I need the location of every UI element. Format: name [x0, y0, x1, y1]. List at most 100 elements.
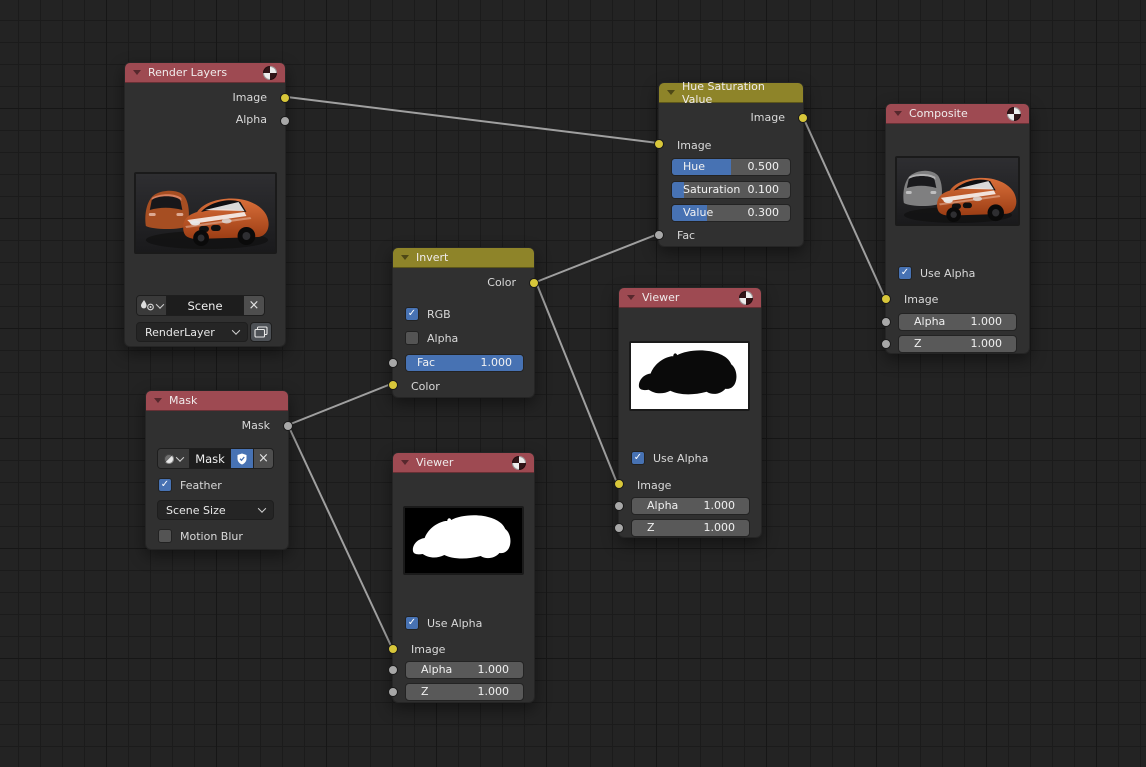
- material-preview-ball-icon[interactable]: [263, 66, 277, 80]
- z-field-label: Z: [647, 520, 655, 536]
- alpha-value-field[interactable]: Alpha 1.000: [631, 497, 750, 515]
- z-value-field[interactable]: Z 1.000: [898, 335, 1017, 353]
- input-label-fac: Fac: [659, 228, 803, 244]
- use-alpha-checkbox-row[interactable]: ✓ Use Alpha: [393, 616, 534, 630]
- feather-checkbox-row[interactable]: ✓ Feather: [146, 478, 288, 492]
- collapse-arrow-icon[interactable]: [401, 255, 409, 260]
- render-active-layer-button[interactable]: [250, 322, 272, 342]
- node-viewer-middle[interactable]: Viewer ✓ Use Alpha Image Alpha 1.000 Z 1…: [618, 287, 762, 538]
- z-value-field[interactable]: Z 1.000: [405, 683, 524, 701]
- socket-hsv-fac-input[interactable]: [654, 230, 664, 240]
- motion-blur-checkbox-row[interactable]: Motion Blur: [146, 529, 288, 543]
- socket-viewer-z-input[interactable]: [388, 687, 398, 697]
- socket-invert-color-output[interactable]: [529, 278, 539, 288]
- render-layer-dropdown[interactable]: RenderLayer: [136, 322, 248, 342]
- socket-hsv-image-output[interactable]: [798, 113, 808, 123]
- socket-viewer-image-input[interactable]: [388, 644, 398, 654]
- node-invert[interactable]: Invert Color ✓ RGB Alpha Fac 1.000 Color: [392, 247, 535, 398]
- node-header-viewer[interactable]: Viewer: [393, 453, 534, 473]
- socket-hsv-image-input[interactable]: [654, 139, 664, 149]
- socket-viewer-alpha-input[interactable]: [388, 665, 398, 675]
- unlink-mask-button[interactable]: ×: [253, 449, 273, 468]
- chevron-down-icon: [232, 326, 240, 334]
- node-viewer-bottom[interactable]: Viewer ✓ Use Alpha Image Alpha 1.000 Z 1…: [392, 452, 535, 703]
- node-title-mask: Mask: [169, 394, 197, 407]
- socket-render-layers-image-output[interactable]: [280, 93, 290, 103]
- scene-selector[interactable]: Scene ×: [136, 295, 265, 316]
- socket-viewer-image-input[interactable]: [614, 479, 624, 489]
- collapse-arrow-icon[interactable]: [401, 460, 409, 465]
- socket-composite-alpha-input[interactable]: [881, 317, 891, 327]
- socket-composite-image-input[interactable]: [881, 294, 891, 304]
- collapse-arrow-icon[interactable]: [154, 398, 162, 403]
- alpha-value-field[interactable]: Alpha 1.000: [898, 313, 1017, 331]
- mask-browse-button[interactable]: [158, 449, 189, 468]
- alpha-value-field[interactable]: Alpha 1.000: [405, 661, 524, 679]
- hue-slider[interactable]: Hue 0.500: [671, 158, 791, 176]
- socket-viewer-alpha-input[interactable]: [614, 501, 624, 511]
- node-mask[interactable]: Mask Mask Mask × ✓ Feather Scene Size Mo…: [145, 390, 289, 550]
- node-composite[interactable]: Composite: [885, 103, 1030, 354]
- blender-compositor-canvas[interactable]: { "app": { "editor": "Blender Compositor…: [0, 0, 1146, 767]
- mask-datablock-selector[interactable]: Mask ×: [157, 448, 274, 469]
- mask-name-field[interactable]: Mask: [189, 449, 230, 468]
- fac-slider[interactable]: Fac 1.000: [405, 354, 524, 372]
- collapse-arrow-icon[interactable]: [667, 90, 675, 95]
- collapse-arrow-icon[interactable]: [627, 295, 635, 300]
- checkbox-checked-icon[interactable]: ✓: [405, 616, 419, 630]
- node-header-hsv[interactable]: Hue Saturation Value: [659, 83, 803, 103]
- node-header-composite[interactable]: Composite: [886, 104, 1029, 124]
- size-source-dropdown[interactable]: Scene Size: [157, 500, 274, 520]
- node-header-viewer[interactable]: Viewer: [619, 288, 761, 308]
- scene-name-field[interactable]: Scene: [166, 296, 243, 315]
- value-slider[interactable]: Value 0.300: [671, 204, 791, 222]
- viewer-preview-image: [629, 341, 750, 411]
- material-preview-ball-icon[interactable]: [512, 456, 526, 470]
- checkbox-unchecked-icon[interactable]: [405, 331, 419, 345]
- socket-mask-output[interactable]: [283, 421, 293, 431]
- node-title-invert: Invert: [416, 251, 448, 264]
- use-alpha-checkbox-row[interactable]: ✓ Use Alpha: [619, 451, 761, 465]
- socket-invert-color-input[interactable]: [388, 380, 398, 390]
- z-value-field[interactable]: Z 1.000: [631, 519, 750, 537]
- material-preview-ball-icon[interactable]: [1007, 107, 1021, 121]
- scene-browse-button[interactable]: [137, 296, 166, 315]
- alpha-field-label: Alpha: [421, 662, 452, 678]
- fake-user-toggle[interactable]: [230, 449, 253, 468]
- input-label-image: Image: [393, 642, 534, 658]
- mask-icon: [164, 454, 174, 464]
- node-header-invert[interactable]: Invert: [393, 248, 534, 268]
- use-alpha-checkbox-row[interactable]: ✓ Use Alpha: [886, 266, 1029, 280]
- close-x-icon: ×: [249, 299, 260, 312]
- car-silhouette-black: [631, 343, 748, 409]
- node-header-render-layers[interactable]: Render Layers: [125, 63, 285, 83]
- checkbox-unchecked-icon[interactable]: [158, 529, 172, 543]
- checkbox-checked-icon[interactable]: ✓: [898, 266, 912, 280]
- checkbox-checked-icon[interactable]: ✓: [405, 307, 419, 321]
- node-title-composite: Composite: [909, 107, 968, 120]
- unlink-scene-button[interactable]: ×: [243, 296, 264, 315]
- material-preview-ball-icon[interactable]: [739, 291, 753, 305]
- z-field-label: Z: [421, 684, 429, 700]
- checkbox-checked-icon[interactable]: ✓: [158, 478, 172, 492]
- input-label-image: Image: [886, 292, 1029, 308]
- chevron-down-icon: [258, 504, 266, 512]
- rgb-checkbox-row[interactable]: ✓ RGB: [393, 307, 534, 321]
- node-link-mask.mask-output-to-viewer-bottom.image-input: [288, 425, 392, 648]
- node-render-layers[interactable]: Render Layers Image Alpha: [124, 62, 286, 347]
- scene-icon: [140, 299, 154, 312]
- checkbox-checked-icon[interactable]: ✓: [631, 451, 645, 465]
- collapse-arrow-icon[interactable]: [133, 70, 141, 75]
- node-header-mask[interactable]: Mask: [146, 391, 288, 411]
- saturation-slider[interactable]: Saturation 0.100: [671, 181, 791, 199]
- socket-viewer-z-input[interactable]: [614, 523, 624, 533]
- render-layer-row: RenderLayer: [136, 322, 272, 342]
- collapse-arrow-icon[interactable]: [894, 111, 902, 116]
- socket-composite-z-input[interactable]: [881, 339, 891, 349]
- socket-invert-fac-input[interactable]: [388, 358, 398, 368]
- node-link-invert.color-output-to-hue-saturation-value.fac-input: [536, 234, 658, 282]
- socket-render-layers-alpha-output[interactable]: [280, 116, 290, 126]
- node-hue-saturation-value[interactable]: Hue Saturation Value Image Image Hue 0.5…: [658, 82, 804, 247]
- alpha-checkbox-row[interactable]: Alpha: [393, 331, 534, 345]
- alpha-field-value: 1.000: [704, 498, 736, 514]
